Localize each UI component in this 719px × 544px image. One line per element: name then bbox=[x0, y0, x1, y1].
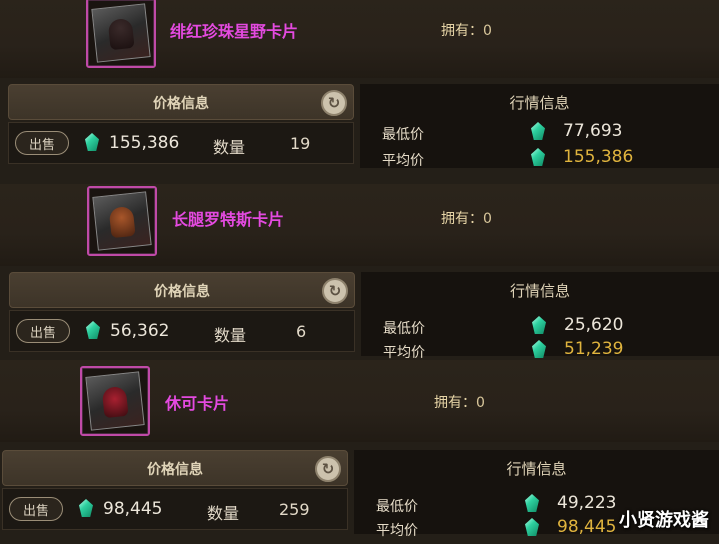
avg-price-label: 平均价 bbox=[383, 345, 425, 361]
card-name: 绯红珍珠星野卡片 bbox=[170, 22, 299, 41]
watermark: 小贤游戏酱 bbox=[619, 510, 709, 531]
owned-count: 拥有：0 bbox=[434, 392, 485, 412]
owned-value: 0 bbox=[483, 23, 492, 39]
gem-icon bbox=[525, 494, 539, 512]
card-listing-3: 休可卡片 拥有：0 价格信息 ↻ 出售 98,445 数量 259 行情信息 最… bbox=[0, 360, 719, 541]
gem-icon bbox=[525, 518, 539, 536]
avg-price-label: 平均价 bbox=[382, 153, 424, 169]
avg-price-value: 155,386 bbox=[563, 147, 634, 167]
card-listing-1: 绯红珍珠星野卡片 拥有：0 价格信息 ↻ 出售 155,386 数量 19 行情… bbox=[0, 0, 719, 177]
card-listing-2: 长腿罗特斯卡片 拥有：0 价格信息 ↻ 出售 56,362 数量 6 行情信息 … bbox=[0, 184, 719, 365]
gem-icon bbox=[86, 321, 100, 339]
card-portrait bbox=[108, 205, 136, 239]
quantity-label: 数量 bbox=[207, 504, 240, 523]
card-portrait bbox=[107, 17, 135, 51]
card-image bbox=[92, 191, 152, 251]
gem-icon bbox=[532, 316, 546, 334]
quantity-value: 259 bbox=[279, 500, 310, 519]
owned-label: 拥有： bbox=[441, 23, 483, 39]
min-price-label: 最低价 bbox=[383, 321, 425, 337]
price-info-header: 价格信息 ↻ bbox=[8, 84, 354, 120]
market-info-panel: 行情信息 最低价 77,693 平均价 155,386 bbox=[360, 84, 719, 169]
card-image bbox=[85, 371, 145, 431]
sell-button[interactable]: 出售 bbox=[16, 319, 70, 343]
min-price-label: 最低价 bbox=[382, 127, 424, 143]
card-image bbox=[91, 3, 151, 63]
quantity-label: 数量 bbox=[214, 326, 247, 345]
refresh-icon[interactable]: ↻ bbox=[322, 278, 348, 304]
owned-count: 拥有：0 bbox=[441, 20, 492, 40]
price-info-header: 价格信息 ↻ bbox=[9, 272, 355, 308]
card-thumbnail[interactable] bbox=[87, 186, 157, 256]
gem-icon bbox=[531, 122, 545, 140]
quantity-label: 数量 bbox=[213, 138, 246, 157]
avg-price-label: 平均价 bbox=[376, 523, 418, 539]
min-price-value: 49,223 bbox=[557, 493, 617, 513]
market-info-title: 行情信息 bbox=[509, 282, 570, 300]
gem-icon bbox=[531, 148, 545, 166]
card-thumbnail[interactable] bbox=[80, 366, 150, 436]
price-value: 56,362 bbox=[110, 321, 170, 341]
min-price-label: 最低价 bbox=[376, 499, 418, 515]
market-info-title: 行情信息 bbox=[506, 460, 567, 478]
market-info-title: 行情信息 bbox=[509, 94, 570, 112]
card-name: 休可卡片 bbox=[165, 394, 230, 413]
refresh-icon[interactable]: ↻ bbox=[315, 456, 341, 482]
owned-label: 拥有： bbox=[441, 211, 483, 227]
gem-icon bbox=[85, 133, 99, 151]
owned-count: 拥有：0 bbox=[441, 208, 492, 228]
owned-value: 0 bbox=[476, 395, 485, 411]
price-info-header: 价格信息 ↻ bbox=[2, 450, 348, 486]
price-info-title: 价格信息 bbox=[154, 284, 210, 300]
card-name: 长腿罗特斯卡片 bbox=[172, 210, 285, 229]
card-portrait bbox=[101, 385, 129, 419]
quantity-value: 6 bbox=[296, 322, 307, 341]
price-row: 出售 155,386 数量 19 bbox=[8, 122, 354, 164]
quantity-value: 19 bbox=[290, 134, 311, 153]
avg-price-value: 98,445 bbox=[557, 517, 617, 537]
price-row: 出售 56,362 数量 6 bbox=[9, 310, 355, 352]
owned-value: 0 bbox=[483, 211, 492, 227]
card-thumbnail[interactable] bbox=[86, 0, 156, 68]
price-value: 155,386 bbox=[109, 133, 180, 153]
refresh-icon[interactable]: ↻ bbox=[321, 90, 347, 116]
avg-price-value: 51,239 bbox=[564, 339, 624, 359]
min-price-value: 25,620 bbox=[564, 315, 624, 335]
market-info-panel: 行情信息 最低价 25,620 平均价 51,239 bbox=[361, 272, 719, 361]
price-info-title: 价格信息 bbox=[147, 462, 203, 478]
price-row: 出售 98,445 数量 259 bbox=[2, 488, 348, 530]
gem-icon bbox=[532, 340, 546, 358]
min-price-value: 77,693 bbox=[563, 121, 623, 141]
owned-label: 拥有： bbox=[434, 395, 476, 411]
price-value: 98,445 bbox=[103, 499, 163, 519]
gem-icon bbox=[79, 499, 93, 517]
price-info-title: 价格信息 bbox=[153, 96, 209, 112]
sell-button[interactable]: 出售 bbox=[9, 497, 63, 521]
sell-button[interactable]: 出售 bbox=[15, 131, 69, 155]
